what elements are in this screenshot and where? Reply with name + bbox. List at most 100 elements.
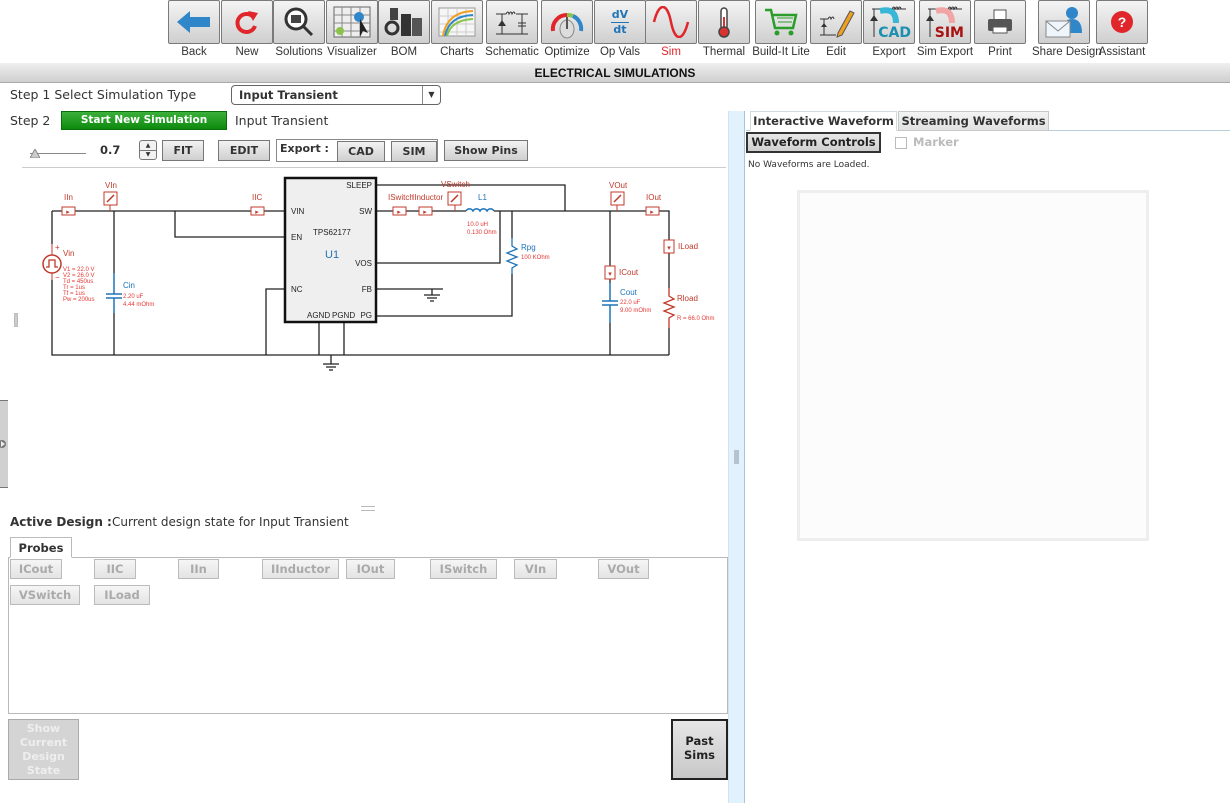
probe-icout[interactable]: ▾ ICout xyxy=(604,265,639,280)
capacitor-cin[interactable]: Cin 2.20 uF 4.44 mOhm xyxy=(106,273,154,313)
probe-vswitch[interactable]: VSwitch xyxy=(441,180,470,211)
resistor-rpg[interactable]: Rpg 100 KOhm xyxy=(505,238,550,274)
stepper-up-icon[interactable]: ▲ xyxy=(140,142,156,150)
cin-name: Cin xyxy=(123,281,135,290)
components-icon xyxy=(384,8,422,36)
splitter-grip[interactable] xyxy=(734,450,739,464)
probe-button-iload[interactable]: ILoad xyxy=(94,585,150,605)
toolbar-label: Edit xyxy=(826,46,846,58)
chevron-down-icon[interactable]: ▼ xyxy=(422,86,440,104)
probe-iin[interactable]: ▸ IIn xyxy=(61,193,76,216)
toolbar-label: Visualizer xyxy=(327,46,377,58)
cout-value: 22.0 uF xyxy=(620,300,641,306)
toolbar-charts-button[interactable]: Charts xyxy=(427,0,487,58)
toolbar-new-button[interactable]: New xyxy=(217,0,277,58)
toolbar-bom-button[interactable]: BOM xyxy=(374,0,434,58)
active-design-value: Current design state for Input Transient xyxy=(112,515,349,529)
slider-handle-icon[interactable] xyxy=(30,149,40,158)
left-panel-toggle[interactable] xyxy=(0,400,8,488)
toolbar-thermal-button[interactable]: Thermal xyxy=(694,0,754,58)
toolbar-buildit-button[interactable]: Build-It Lite xyxy=(751,0,811,58)
toolbar-back-button[interactable]: Back xyxy=(164,0,224,58)
show-current-design-state-button[interactable]: Show Current Design State xyxy=(8,719,79,780)
toolbar-share-button[interactable]: Share Design xyxy=(1032,0,1102,58)
probe-iic[interactable]: ▸ IIC xyxy=(250,193,265,216)
toolbar-sim-button[interactable]: Sim xyxy=(641,0,701,58)
probe-button-iin[interactable]: IIn xyxy=(178,559,219,579)
step1-label: Step 1 Select Simulation Type xyxy=(10,87,197,102)
tab-interactive-waveform[interactable]: Interactive Waveform xyxy=(750,111,897,131)
schematic-resize-handle[interactable] xyxy=(14,313,18,327)
probe-label: IIC xyxy=(252,193,262,202)
toolbar-sim-export-button[interactable]: SIM Sim Export xyxy=(915,0,975,58)
probe-button-vout[interactable]: VOut xyxy=(598,559,649,579)
probe-label: VIn xyxy=(105,181,117,190)
export-sim-button[interactable]: SIM xyxy=(391,141,437,162)
stepper-down-icon[interactable]: ▼ xyxy=(140,151,156,159)
waveform-controls-button[interactable]: Waveform Controls xyxy=(746,132,881,153)
toolbar-assistant-button[interactable]: ? Assistant xyxy=(1092,0,1152,58)
probe-button-icout[interactable]: ICout xyxy=(10,559,62,579)
svg-text:▾: ▾ xyxy=(608,271,612,278)
probe-iinductor[interactable]: ▸ IInductor xyxy=(412,193,443,216)
toolbar-label: Sim xyxy=(661,46,681,58)
pin-nc: NC xyxy=(291,285,303,294)
fit-button[interactable]: FIT xyxy=(162,140,204,161)
marker-checkbox[interactable] xyxy=(895,137,907,149)
rpg-name: Rpg xyxy=(521,243,536,252)
probe-label: IOut xyxy=(646,193,662,202)
start-new-simulation-button[interactable]: Start New Simulation xyxy=(61,111,227,130)
show-pins-button[interactable]: Show Pins xyxy=(444,140,528,161)
export-cad-button[interactable]: CAD xyxy=(337,141,385,162)
toolbar-schematic-button[interactable]: Schematic xyxy=(482,0,542,58)
probe-button-iout[interactable]: IOut xyxy=(346,559,395,579)
l1-dcr: 0.130 Ohm xyxy=(467,230,497,236)
svg-text:▸: ▸ xyxy=(397,209,401,216)
rpg-value: 100 KOhm xyxy=(521,255,550,261)
probe-label: ILoad xyxy=(678,242,698,251)
toolbar-label: BOM xyxy=(390,46,418,58)
toolbar-visualizer-button[interactable]: Visualizer xyxy=(322,0,382,58)
toolbar-solutions-button[interactable]: Solutions xyxy=(269,0,329,58)
toolbar-export-button[interactable]: CAD Export xyxy=(859,0,919,58)
probe-button-vswitch[interactable]: VSwitch xyxy=(10,585,80,605)
tab-streaming-waveforms[interactable]: Streaming Waveforms xyxy=(898,111,1049,131)
probe-vout[interactable]: VOut xyxy=(609,181,628,211)
probe-button-vin[interactable]: VIn xyxy=(514,559,557,579)
pin-pg: PG xyxy=(360,311,372,320)
toolbar-label: Sim Export xyxy=(916,46,974,58)
past-sims-button[interactable]: Past Sims xyxy=(671,719,728,780)
probe-button-iswitch[interactable]: ISwitch xyxy=(430,559,497,579)
cout-esr: 9.00 mOhm xyxy=(620,308,651,314)
simulation-type-select[interactable]: Input Transient ▼ xyxy=(231,85,441,105)
probes-tab[interactable]: Probes xyxy=(10,537,72,558)
schematic-canvas[interactable]: SLEEP VIN SW EN TPS62177 U1 VOS NC FB AG… xyxy=(0,168,728,488)
probe-iload[interactable]: ▾ ILoad xyxy=(663,239,698,254)
help-question-icon: ? xyxy=(1111,11,1133,33)
vertical-splitter-grip[interactable] xyxy=(361,506,375,511)
edit-button[interactable]: EDIT xyxy=(218,140,270,161)
probe-iout[interactable]: ▸ IOut xyxy=(645,193,662,216)
expand-arrow-icon[interactable] xyxy=(0,439,8,449)
pin-pgnd: PGND xyxy=(332,311,355,320)
toolbar-optimize-button[interactable]: Optimize xyxy=(537,0,597,58)
waveform-plot-area[interactable] xyxy=(797,190,1149,541)
capacitor-cout[interactable]: Cout 22.0 uF 9.00 mOhm xyxy=(602,283,651,323)
simulation-status: Input Transient xyxy=(235,113,329,128)
toolbar-label: Thermal xyxy=(702,46,746,58)
inductor-l1[interactable]: L1 10.0 uH 0.130 Ohm xyxy=(465,193,497,236)
probe-vin[interactable]: VIn xyxy=(103,181,118,211)
toolbar-label: Share Design xyxy=(1032,46,1102,58)
zoom-slider[interactable] xyxy=(30,148,86,158)
probe-iswitch[interactable]: ▸ ISwitch xyxy=(388,193,414,216)
toolbar-edit-button[interactable]: Edit xyxy=(806,0,866,58)
panel-splitter[interactable] xyxy=(728,111,745,803)
page-title: ELECTRICAL SIMULATIONS xyxy=(0,63,1230,83)
toolbar-print-button[interactable]: Print xyxy=(970,0,1030,58)
zoom-stepper[interactable]: ▲ ▼ xyxy=(139,140,157,160)
probe-button-iic[interactable]: IIC xyxy=(94,559,136,579)
gauge-dial-icon xyxy=(550,12,584,39)
pin-vin: VIN xyxy=(291,207,305,216)
resistor-rload[interactable]: Rload R = 66.0 Ohm xyxy=(662,288,715,328)
probe-button-iinductor[interactable]: IInductor xyxy=(262,559,339,579)
